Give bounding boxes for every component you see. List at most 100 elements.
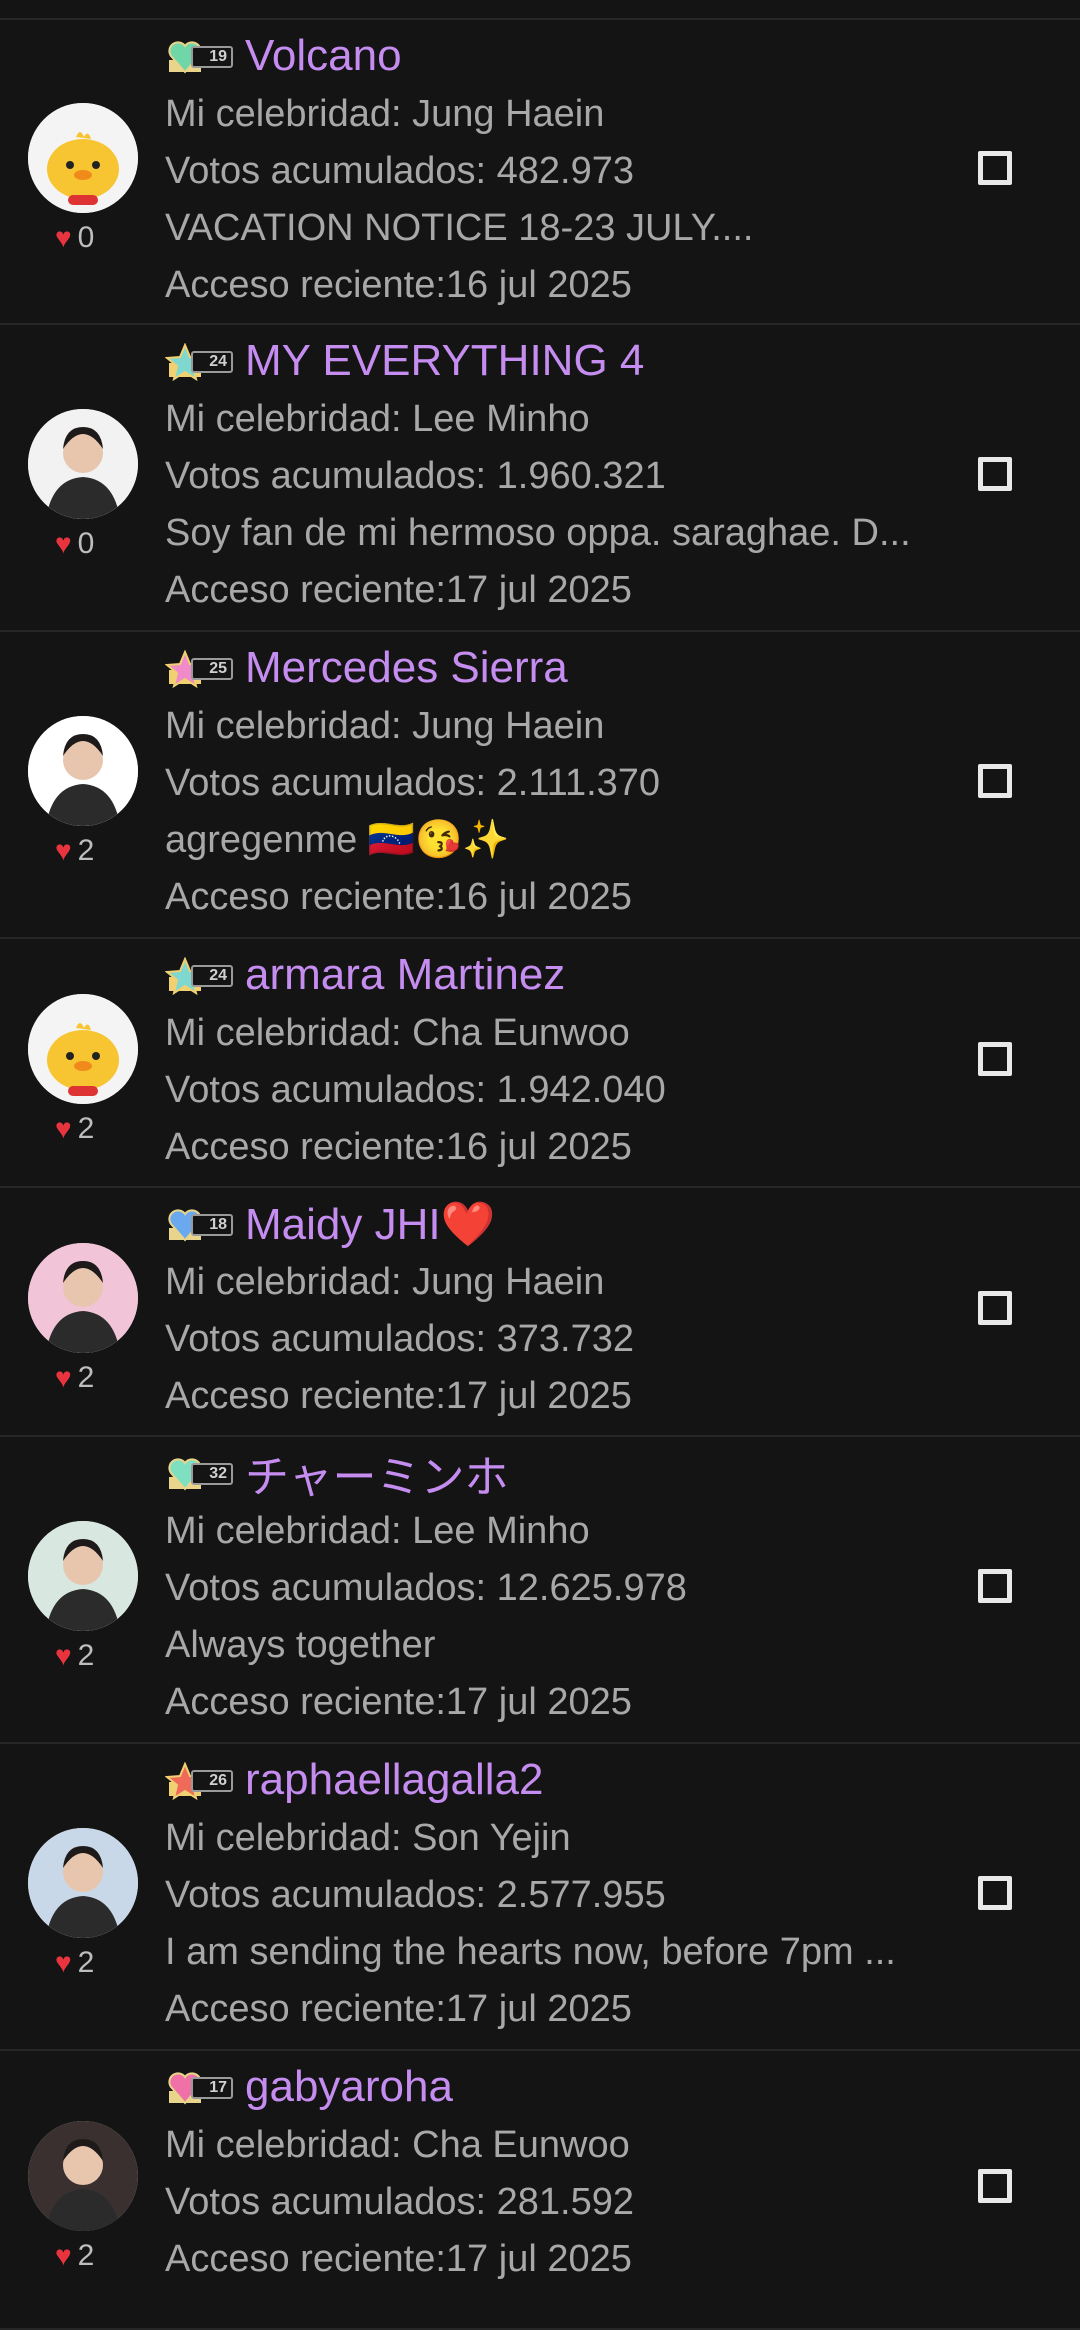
celebrity-line: Mi celebridad: Jung Haein — [165, 705, 605, 747]
user-title: 18 Maidy JHI❤️ — [165, 1194, 1080, 1254]
teal-star-badge-icon: 24 — [165, 955, 237, 995]
red-star-badge-icon: 26 — [165, 1760, 237, 1800]
heart-icon: ♥ — [55, 1113, 72, 1144]
likes-count: ♥ 2 — [55, 1363, 94, 1393]
user-title: 24 MY EVERYTHING 4 — [165, 331, 1080, 391]
votes-line: Votos acumulados: 1.942.040 — [165, 1069, 666, 1111]
likes-value: 2 — [77, 834, 95, 867]
level-badge: 19 — [191, 46, 233, 68]
user-name[interactable]: チャーミンホ — [245, 1441, 509, 1505]
user-info: 19 Volcano Mi celebridad: Jung Haein Votos … — [165, 20, 1080, 323]
likes-count: ♥ 2 — [55, 836, 94, 866]
votes-line: Votos acumulados: 2.111.370 — [165, 762, 661, 804]
last-access-line: Acceso reciente:17 jul 2025 — [165, 1988, 632, 2030]
last-access-line: Acceso reciente:17 jul 2025 — [165, 2238, 632, 2280]
blue-heart-badge-icon: 18 — [165, 1204, 237, 1244]
user-name[interactable]: armara Martinez — [245, 950, 565, 1000]
last-access-line: Acceso reciente:17 jul 2025 — [165, 1681, 632, 1723]
avatar-column: ♥ 2 — [0, 2051, 165, 2328]
celebrity-line: Mi celebridad: Jung Haein — [165, 93, 605, 135]
avatar[interactable] — [28, 1521, 138, 1631]
list-item[interactable]: ♥ 2 25 Mercedes Sierra Mi celebridad: Jung H… — [0, 632, 1080, 939]
user-name[interactable]: Mercedes Sierra — [245, 643, 568, 693]
likes-value: 2 — [77, 1361, 95, 1394]
avatar[interactable] — [28, 716, 138, 826]
status-message: I am sending the hearts now, before 7pm … — [165, 1931, 896, 1973]
teal-star-badge-icon: 24 — [165, 341, 237, 381]
avatar[interactable] — [28, 2121, 138, 2231]
heart-icon: ♥ — [55, 2240, 72, 2271]
user-title: 24 armara Martinez — [165, 945, 1080, 1005]
votes-line: Votos acumulados: 373.732 — [165, 1318, 635, 1360]
select-checkbox[interactable] — [978, 151, 1012, 185]
likes-count: ♥ 2 — [55, 2241, 94, 2271]
user-name[interactable]: MY EVERYTHING 4 — [245, 336, 644, 386]
level-badge: 18 — [191, 1214, 233, 1236]
level-badge: 26 — [191, 1770, 233, 1792]
user-info: 24 armara Martinez Mi celebridad: Cha Eunw… — [165, 939, 1080, 1186]
list-item[interactable]: ♥ 2 18 Maidy JHI❤️ Mi celebridad: Jung Haein… — [0, 1188, 1080, 1437]
avatar-column: ♥ 2 — [0, 632, 165, 937]
avatar[interactable] — [28, 409, 138, 519]
list-item[interactable]: ♥ 2 32 チャーミンホ Mi celebridad: Lee Minho Votos … — [0, 1437, 1080, 1744]
celebrity-line: Mi celebridad: Cha Eunwoo — [165, 2124, 630, 2166]
user-info: 24 MY EVERYTHING 4 Mi celebridad: Lee Minh… — [165, 325, 1080, 630]
likes-value: 2 — [77, 2239, 95, 2272]
select-checkbox[interactable] — [978, 1876, 1012, 1910]
list-item[interactable]: ♥ 2 24 armara Martinez Mi celebridad: Cha Eu… — [0, 939, 1080, 1188]
votes-line: Votos acumulados: 12.625.978 — [165, 1567, 687, 1609]
status-message: Soy fan de mi hermoso oppa. saraghae. D.… — [165, 512, 911, 554]
heart-icon: ♥ — [55, 1640, 72, 1671]
likes-value: 2 — [77, 1112, 95, 1145]
avatar[interactable] — [28, 1828, 138, 1938]
select-checkbox[interactable] — [978, 1291, 1012, 1325]
avatar-column: ♥ 0 — [0, 325, 165, 630]
likes-value: 2 — [77, 1946, 95, 1979]
user-info: 26 raphaellagalla2 Mi celebridad: Son Yeji… — [165, 1744, 1080, 2049]
level-badge: 17 — [191, 2077, 233, 2099]
celebrity-line: Mi celebridad: Cha Eunwoo — [165, 1012, 630, 1054]
avatar[interactable] — [28, 1243, 138, 1353]
list-item[interactable]: ♥ 0 19 Volcano Mi celebridad: Jung Haein Voto… — [0, 20, 1080, 325]
pink-heart-badge-icon: 17 — [165, 2067, 237, 2107]
list-item[interactable]: ♥ 2 26 raphaellagalla2 Mi celebridad: Son Ye… — [0, 1744, 1080, 2051]
user-name[interactable]: raphaellagalla2 — [245, 1755, 543, 1805]
user-title: 25 Mercedes Sierra — [165, 638, 1080, 698]
heart-icon: ♥ — [55, 1362, 72, 1393]
celebrity-line: Mi celebridad: Lee Minho — [165, 1510, 590, 1552]
celebrity-line: Mi celebridad: Jung Haein — [165, 1261, 605, 1303]
level-badge: 24 — [191, 351, 233, 373]
list-item[interactable]: ♥ 2 17 gabyaroha Mi celebridad: Cha Eunwoo Vo… — [0, 2051, 1080, 2330]
avatar-column: ♥ 2 — [0, 1188, 165, 1435]
user-name[interactable]: Maidy JHI❤️ — [245, 1198, 495, 1250]
user-name[interactable]: Volcano — [245, 31, 402, 81]
last-access-line: Acceso reciente:16 jul 2025 — [165, 1126, 632, 1168]
select-checkbox[interactable] — [978, 2169, 1012, 2203]
select-checkbox[interactable] — [978, 1569, 1012, 1603]
user-title: 17 gabyaroha — [165, 2057, 1080, 2117]
last-access-line: Acceso reciente:16 jul 2025 — [165, 876, 632, 918]
avatar[interactable] — [28, 994, 138, 1104]
likes-value: 0 — [77, 527, 95, 560]
likes-count: ♥ 2 — [55, 1114, 94, 1144]
user-title: 19 Volcano — [165, 26, 1080, 86]
list-item[interactable]: ♥ 0 24 MY EVERYTHING 4 Mi celebridad: Lee Mi… — [0, 325, 1080, 632]
select-checkbox[interactable] — [978, 764, 1012, 798]
status-message: Always together — [165, 1624, 436, 1666]
select-checkbox[interactable] — [978, 457, 1012, 491]
avatar[interactable] — [28, 103, 138, 213]
user-title: 32 チャーミンホ — [165, 1443, 1080, 1503]
votes-line: Votos acumulados: 2.577.955 — [165, 1874, 666, 1916]
likes-value: 2 — [77, 1639, 95, 1672]
fan-list: ♥ 0 19 Volcano Mi celebridad: Jung Haein Voto… — [0, 0, 1080, 2330]
user-name[interactable]: gabyaroha — [245, 2062, 453, 2112]
votes-line: Votos acumulados: 482.973 — [165, 150, 635, 192]
select-checkbox[interactable] — [978, 1042, 1012, 1076]
heart-icon: ♥ — [55, 222, 72, 253]
celebrity-line: Mi celebridad: Son Yejin — [165, 1817, 571, 1859]
heart-icon: ♥ — [55, 1947, 72, 1978]
last-access-line: Acceso reciente:17 jul 2025 — [165, 569, 632, 611]
top-divider — [0, 0, 1080, 20]
last-access-line: Acceso reciente:16 jul 2025 — [165, 264, 632, 306]
avatar-column: ♥ 2 — [0, 1437, 165, 1742]
